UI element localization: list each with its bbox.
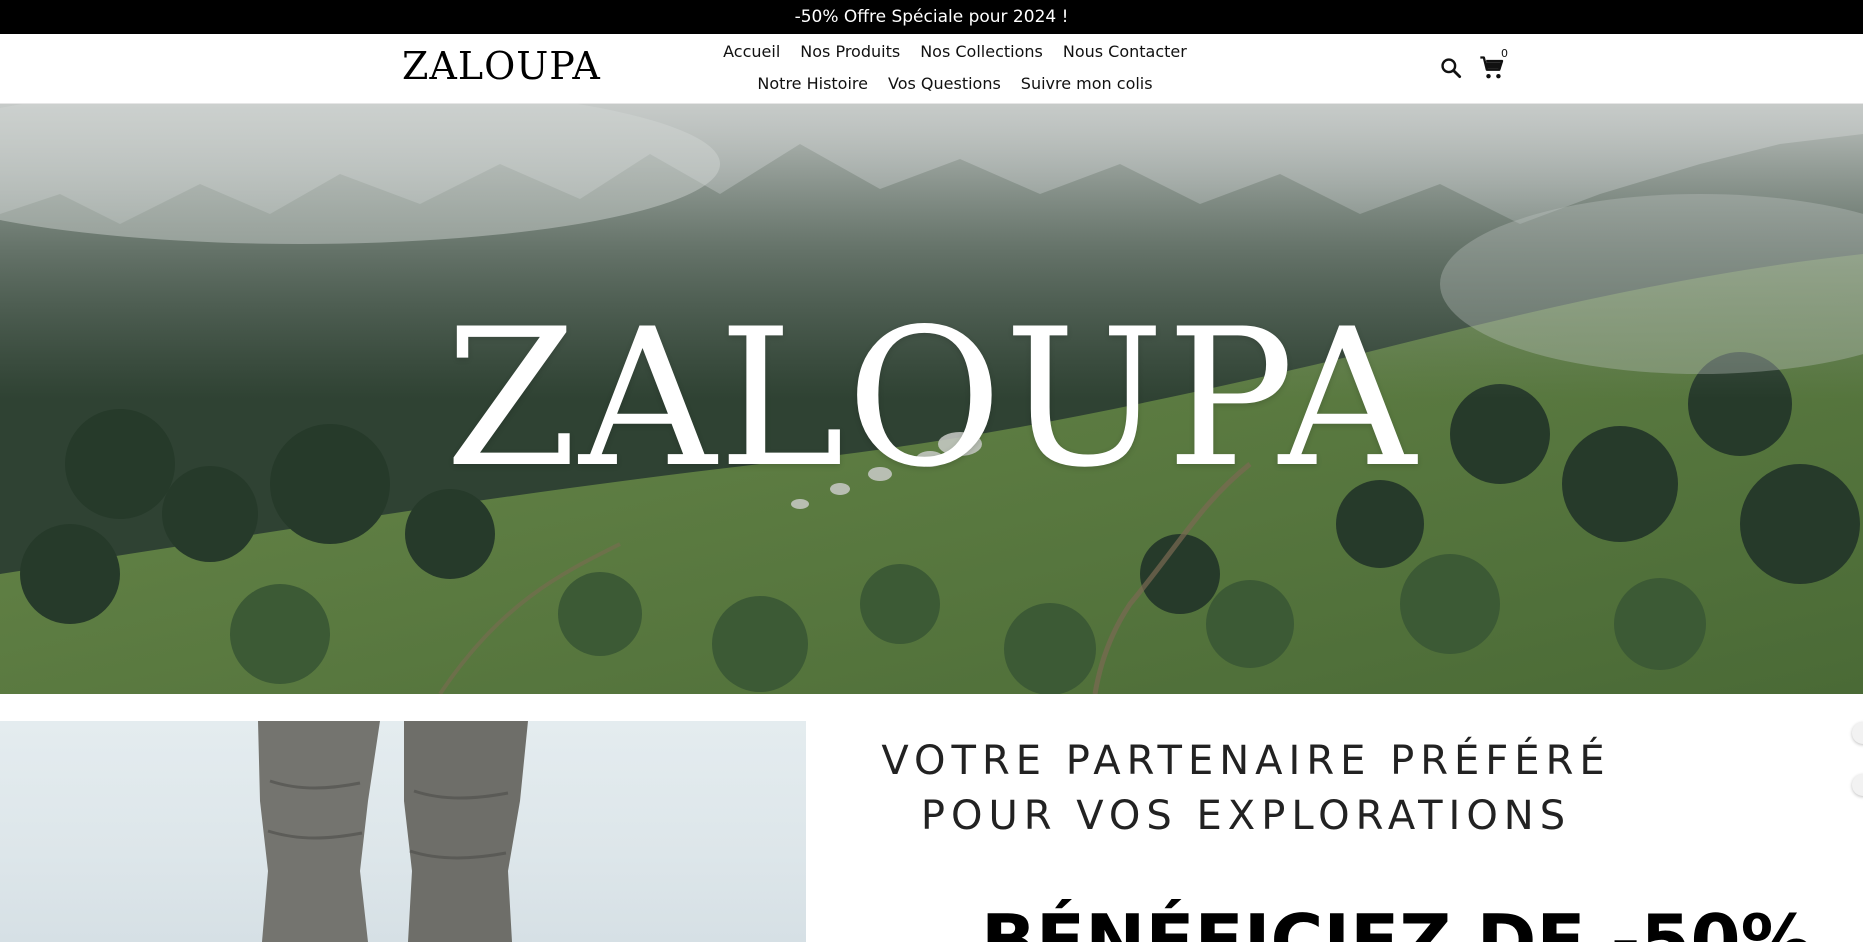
announcement-bar: -50% Offre Spéciale pour 2024 ! (0, 0, 1863, 34)
cart-count-badge: 0 (1501, 47, 1508, 60)
promo-tagline: VOTRE PARTENAIRE PRÉFÉRÉ POUR VOS EXPLOR… (506, 734, 1686, 844)
site-logo[interactable]: ZALOUPA (402, 44, 601, 88)
tagline-line-1: VOTRE PARTENAIRE PRÉFÉRÉ (881, 738, 1611, 784)
nav-link-nos-collections[interactable]: Nos Collections (910, 40, 1053, 64)
main-nav: Accueil Nos Produits Nos Collections Nou… (690, 40, 1220, 96)
nav-link-notre-histoire[interactable]: Notre Histoire (747, 72, 878, 96)
hero-title: ZALOUPA (445, 288, 1418, 509)
nav-link-accueil[interactable]: Accueil (713, 40, 790, 64)
hero-banner: ZALOUPA (0, 104, 1863, 694)
nav-link-suivre-mon-colis[interactable]: Suivre mon colis (1011, 72, 1163, 96)
nav-link-nos-produits[interactable]: Nos Produits (790, 40, 910, 64)
nav-link-vos-questions[interactable]: Vos Questions (878, 72, 1011, 96)
search-button[interactable] (1438, 55, 1466, 83)
promo-section: VOTRE PARTENAIRE PRÉFÉRÉ POUR VOS EXPLOR… (806, 694, 1863, 942)
nav-link-nous-contacter[interactable]: Nous Contacter (1053, 40, 1197, 64)
site-header: ZALOUPA Accueil Nos Produits Nos Collect… (0, 34, 1863, 104)
promo-headline: BÉNÉFICIEZ DE -50% (981, 899, 1813, 942)
tagline-line-2: POUR VOS EXPLORATIONS (920, 793, 1572, 839)
search-icon (1441, 58, 1462, 79)
announcement-text: -50% Offre Spéciale pour 2024 ! (794, 7, 1069, 27)
